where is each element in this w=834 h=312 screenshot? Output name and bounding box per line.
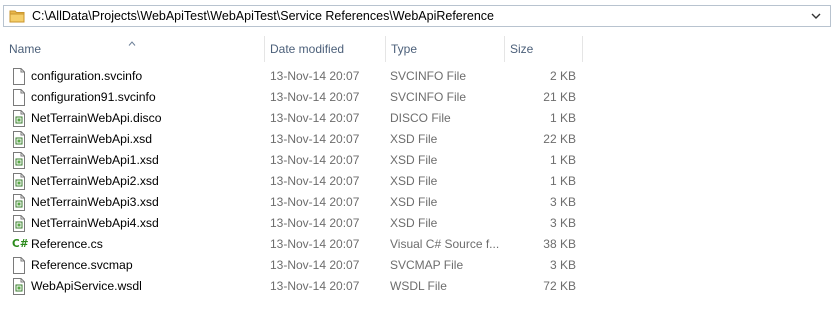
file-name: NetTerrainWebApi4.xsd xyxy=(31,216,159,230)
file-name: NetTerrainWebApi.xsd xyxy=(31,132,153,146)
xml-file-icon xyxy=(12,152,26,169)
file-size: 22 KB xyxy=(543,132,576,146)
file-type: XSD File xyxy=(390,216,438,230)
file-date: 13-Nov-14 20:07 xyxy=(270,237,360,251)
file-date: 13-Nov-14 20:07 xyxy=(270,258,360,272)
column-header-name[interactable]: Name xyxy=(9,40,41,58)
address-path[interactable]: C:\AllData\Projects\WebApiTest\WebApiTes… xyxy=(32,9,494,24)
file-name: NetTerrainWebApi.disco xyxy=(31,111,162,125)
file-date: 13-Nov-14 20:07 xyxy=(270,132,360,146)
file-type: XSD File xyxy=(390,195,438,209)
file-date: 13-Nov-14 20:07 xyxy=(270,174,360,188)
file-size: 38 KB xyxy=(543,237,576,251)
file-row[interactable]: NetTerrainWebApi.xsd 13-Nov-14 20:07 XSD… xyxy=(0,129,834,150)
file-type: SVCINFO File xyxy=(390,90,467,104)
column-header-row: Name Date modified Type Size xyxy=(0,36,834,62)
file-row[interactable]: configuration.svcinfo 13-Nov-14 20:07 SV… xyxy=(0,66,834,87)
column-divider[interactable] xyxy=(504,36,505,62)
file-name: NetTerrainWebApi2.xsd xyxy=(31,174,159,188)
column-header-date-modified[interactable]: Date modified xyxy=(270,40,344,58)
generic-file-icon xyxy=(12,257,26,274)
file-name: configuration91.svcinfo xyxy=(31,90,156,104)
file-type: XSD File xyxy=(390,174,438,188)
file-row[interactable]: configuration91.svcinfo 13-Nov-14 20:07 … xyxy=(0,87,834,108)
generic-file-icon xyxy=(12,68,26,85)
address-bar[interactable]: C:\AllData\Projects\WebApiTest\WebApiTes… xyxy=(3,5,831,27)
file-name: configuration.svcinfo xyxy=(31,69,143,83)
file-type: XSD File xyxy=(390,153,438,167)
file-size: 21 KB xyxy=(543,90,576,104)
file-size: 3 KB xyxy=(549,195,576,209)
folder-icon xyxy=(9,9,25,23)
file-date: 13-Nov-14 20:07 xyxy=(270,90,360,104)
xml-file-icon xyxy=(12,173,26,190)
file-type: WSDL File xyxy=(390,279,447,293)
file-size: 3 KB xyxy=(549,216,576,230)
file-date: 13-Nov-14 20:07 xyxy=(270,111,360,125)
column-header-size[interactable]: Size xyxy=(510,40,533,58)
file-size: 1 KB xyxy=(549,174,576,188)
file-date: 13-Nov-14 20:07 xyxy=(270,195,360,209)
file-type: SVCINFO File xyxy=(390,69,467,83)
xml-file-icon xyxy=(12,215,26,232)
file-date: 13-Nov-14 20:07 xyxy=(270,69,360,83)
file-type: SVCMAP File xyxy=(390,258,464,272)
file-list: configuration.svcinfo 13-Nov-14 20:07 SV… xyxy=(0,66,834,297)
file-name: NetTerrainWebApi1.xsd xyxy=(31,153,159,167)
column-divider[interactable] xyxy=(582,36,583,62)
file-size: 72 KB xyxy=(543,279,576,293)
column-divider[interactable] xyxy=(264,36,265,62)
file-size: 1 KB xyxy=(549,153,576,167)
file-row[interactable]: WebApiService.wsdl 13-Nov-14 20:07 WSDL … xyxy=(0,276,834,297)
file-name: WebApiService.wsdl xyxy=(31,279,142,293)
column-divider[interactable] xyxy=(385,36,386,62)
file-size: 3 KB xyxy=(549,258,576,272)
chevron-down-icon xyxy=(811,13,821,19)
file-date: 13-Nov-14 20:07 xyxy=(270,279,360,293)
file-row[interactable]: NetTerrainWebApi3.xsd 13-Nov-14 20:07 XS… xyxy=(0,192,834,213)
file-type: XSD File xyxy=(390,132,438,146)
file-size: 1 KB xyxy=(549,111,576,125)
file-row[interactable]: C# Reference.cs 13-Nov-14 20:07 Visual C… xyxy=(0,234,834,255)
xml-file-icon xyxy=(12,194,26,211)
file-date: 13-Nov-14 20:07 xyxy=(270,216,360,230)
file-type: DISCO File xyxy=(390,111,451,125)
file-name: NetTerrainWebApi3.xsd xyxy=(31,195,159,209)
file-size: 2 KB xyxy=(549,69,576,83)
file-row[interactable]: NetTerrainWebApi2.xsd 13-Nov-14 20:07 XS… xyxy=(0,171,834,192)
csharp-file-icon: C# xyxy=(12,238,29,250)
column-header-type[interactable]: Type xyxy=(391,40,417,58)
file-row[interactable]: NetTerrainWebApi.disco 13-Nov-14 20:07 D… xyxy=(0,108,834,129)
generic-file-icon xyxy=(12,89,26,106)
file-row[interactable]: NetTerrainWebApi4.xsd 13-Nov-14 20:07 XS… xyxy=(0,213,834,234)
xml-file-icon xyxy=(12,278,26,295)
file-row[interactable]: Reference.svcmap 13-Nov-14 20:07 SVCMAP … xyxy=(0,255,834,276)
file-name: Reference.cs xyxy=(31,237,103,251)
address-dropdown-button[interactable] xyxy=(801,6,830,26)
xml-file-icon xyxy=(12,110,26,127)
file-row[interactable]: NetTerrainWebApi1.xsd 13-Nov-14 20:07 XS… xyxy=(0,150,834,171)
xml-file-icon xyxy=(12,131,26,148)
file-date: 13-Nov-14 20:07 xyxy=(270,153,360,167)
file-name: Reference.svcmap xyxy=(31,258,133,272)
sort-ascending-icon xyxy=(128,35,136,46)
file-type: Visual C# Source f... xyxy=(390,237,500,251)
